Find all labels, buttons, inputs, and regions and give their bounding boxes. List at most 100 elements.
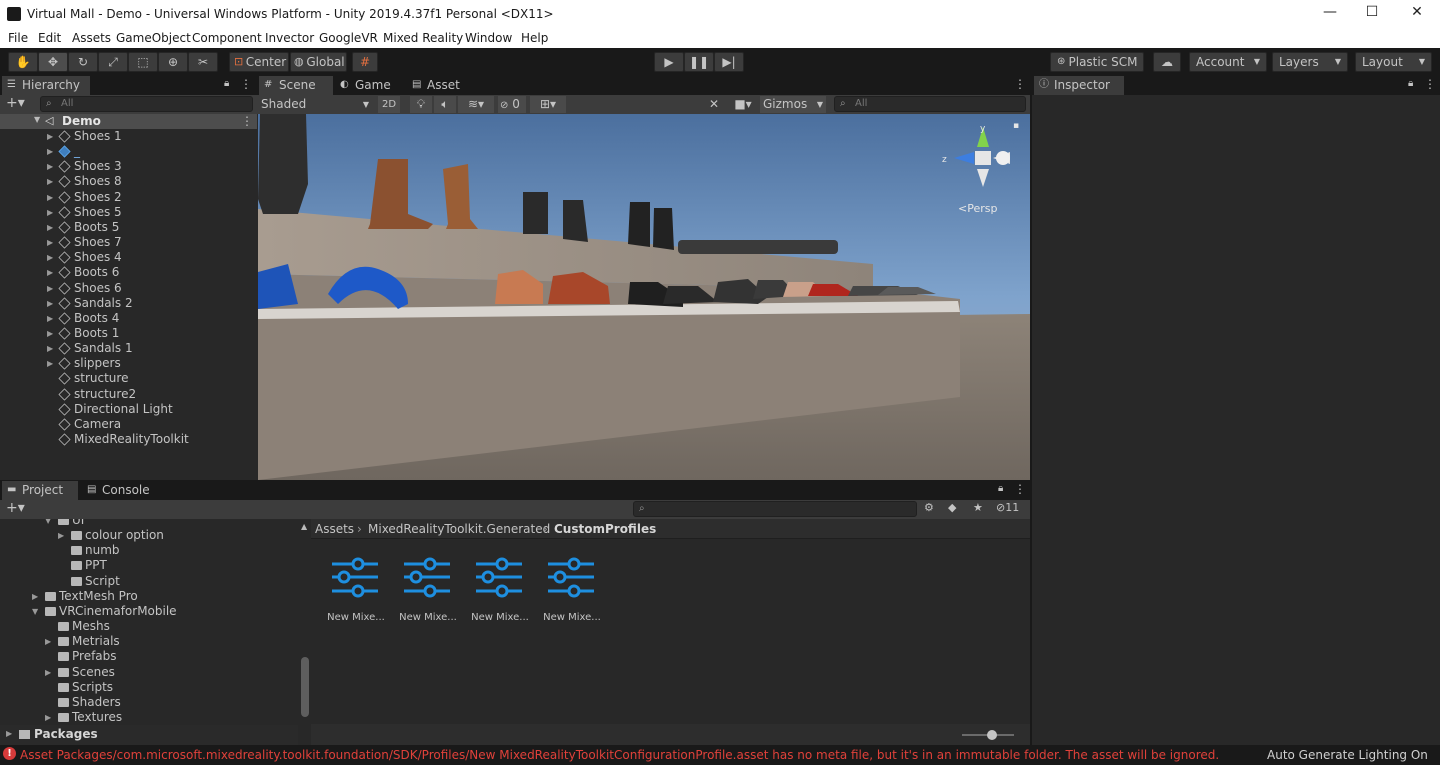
kebab-menu-icon[interactable]: ⋮ <box>241 114 253 128</box>
hidden-packages-toggle[interactable]: ⊘11 <box>996 501 1019 514</box>
project-folder-row[interactable]: PPT <box>0 558 297 573</box>
add-icon[interactable]: +▾ <box>6 500 25 516</box>
menu-googlevr[interactable]: GoogleVR <box>319 31 378 45</box>
project-folder-row[interactable]: Shaders <box>0 695 297 710</box>
tab-asset-store[interactable]: ▤ Asset Store <box>407 76 503 111</box>
tab-console[interactable]: ▤ Console <box>82 481 158 500</box>
cloud-icon[interactable]: ☁ <box>1153 52 1181 72</box>
rect-tool-icon[interactable]: ⬚ <box>128 52 158 72</box>
hierarchy-item[interactable]: Directional Light <box>0 402 255 417</box>
kebab-menu-icon[interactable]: ⋮ <box>240 77 252 91</box>
asset-tile[interactable]: New Mixe... <box>542 556 602 623</box>
project-folder-row[interactable]: Prefabs <box>0 649 297 664</box>
project-folder-row[interactable]: numb <box>0 543 297 558</box>
hierarchy-item[interactable]: Camera <box>0 417 255 432</box>
lighting-toggle-icon[interactable]: 💡︎ <box>410 96 432 113</box>
menu-invector[interactable]: Invector <box>265 31 314 45</box>
asset-tile[interactable]: New Mixe... <box>326 556 386 623</box>
hidden-objects-toggle[interactable]: ⊘ 0 <box>498 96 526 113</box>
expand-arrow-icon[interactable]: ▶ <box>47 174 53 189</box>
hierarchy-item[interactable]: structure <box>0 371 255 386</box>
layout-dropdown[interactable]: Layout ▼ <box>1355 52 1432 72</box>
hierarchy-item[interactable]: ▶ Shoes 6 <box>0 281 255 296</box>
menu-file[interactable]: File <box>8 31 28 45</box>
play-button[interactable]: ▶ <box>654 52 684 72</box>
pivot-center-button[interactable]: ⊡ Center <box>229 52 289 72</box>
menu-mixed-reality[interactable]: Mixed Reality <box>383 31 463 45</box>
hierarchy-item[interactable]: ▶ Sandals 2 <box>0 296 255 311</box>
scene-search-input[interactable]: ⌕ All <box>834 96 1026 112</box>
asset-tile[interactable]: New Mixe... <box>398 556 458 623</box>
hand-tool-icon[interactable]: ✋ <box>8 52 38 72</box>
project-folder-row[interactable]: ▶ Textures <box>0 710 297 725</box>
close-button[interactable]: ✕ <box>1402 4 1432 24</box>
expand-arrow-icon[interactable]: ▶ <box>47 144 53 159</box>
step-button[interactable]: ▶| <box>714 52 744 72</box>
camera-dropdown-icon[interactable]: ■▾ <box>728 96 758 113</box>
hierarchy-item[interactable]: ▶ Shoes 7 <box>0 235 255 250</box>
lock-icon[interactable]: 🔒︎ <box>224 78 229 89</box>
grid-snap-dropdown-icon[interactable]: ⊞▾ <box>530 96 566 113</box>
breadcrumb-assets[interactable]: Assets <box>315 522 354 536</box>
hierarchy-item[interactable]: ▶ Boots 4 <box>0 311 255 326</box>
expand-arrow-icon[interactable]: ▶ <box>47 341 53 356</box>
expand-arrow-icon[interactable]: ▶ <box>47 265 53 280</box>
hierarchy-item[interactable]: ▶ Shoes 2 <box>0 190 255 205</box>
lock-icon[interactable]: 🔒︎ <box>998 483 1003 494</box>
project-folder-row[interactable]: Scripts <box>0 680 297 695</box>
expand-arrow-icon[interactable]: ▶ <box>58 528 64 543</box>
move-tool-icon[interactable]: ✥ <box>38 52 68 72</box>
hierarchy-search-input[interactable]: ⌕ All <box>40 96 253 112</box>
gizmo-lock-icon[interactable]: ▪ <box>1013 121 1019 131</box>
maximize-button[interactable]: ☐ <box>1357 4 1387 24</box>
gizmos-dropdown[interactable]: Gizmos ▼ <box>760 96 826 113</box>
expand-arrow-icon[interactable]: ▶ <box>45 634 51 649</box>
layers-dropdown[interactable]: Layers ▼ <box>1272 52 1348 72</box>
expand-arrow-icon[interactable]: ▶ <box>47 129 53 144</box>
custom-tool-icon[interactable]: ✂ <box>188 52 218 72</box>
tree-scrollbar[interactable] <box>301 657 309 717</box>
breadcrumb-generated[interactable]: MixedRealityToolkit.Generated <box>368 522 550 536</box>
expand-arrow-icon[interactable]: ▼ <box>34 115 40 124</box>
tab-inspector[interactable]: ⓘ Inspector <box>1034 76 1124 95</box>
expand-arrow-icon[interactable]: ▶ <box>32 589 38 604</box>
tab-scene[interactable]: # Scene <box>259 76 333 95</box>
kebab-menu-icon[interactable]: ⋮ <box>1014 482 1026 496</box>
hierarchy-item[interactable]: ▶ Shoes 4 <box>0 250 255 265</box>
project-folder-row[interactable]: ▶ Scenes <box>0 665 297 680</box>
expand-arrow-icon[interactable]: ▶ <box>47 311 53 326</box>
expand-arrow-icon[interactable]: ▶ <box>6 729 12 738</box>
expand-arrow-icon[interactable]: ▶ <box>47 281 53 296</box>
hierarchy-item[interactable]: ▶ slippers <box>0 356 255 371</box>
menu-assets[interactable]: Assets <box>72 31 111 45</box>
project-folder-row[interactable]: ▼ UI <box>0 519 297 528</box>
zoom-slider-handle[interactable] <box>987 730 997 740</box>
hierarchy-item[interactable]: ▶ Shoes 8 <box>0 174 255 189</box>
status-error-message[interactable]: Asset Packages/com.microsoft.mixedrealit… <box>20 748 1219 762</box>
scene-viewport[interactable]: y z ▪ <Persp <box>258 114 1030 480</box>
favorite-star-icon[interactable]: ★ <box>973 501 983 514</box>
hierarchy-item[interactable]: ▶ Shoes 1 <box>0 129 255 144</box>
tools-icon[interactable]: ✕ <box>704 96 724 113</box>
collapse-arrow-icon[interactable]: ▼ <box>32 604 38 619</box>
project-folder-row[interactable]: Meshs <box>0 619 297 634</box>
hierarchy-item[interactable]: ▶ Sandals 1 <box>0 341 255 356</box>
expand-arrow-icon[interactable]: ▶ <box>47 326 53 341</box>
transform-tool-icon[interactable]: ⊕ <box>158 52 188 72</box>
hierarchy-item[interactable]: ▶ Boots 1 <box>0 326 255 341</box>
snap-grid-icon[interactable]: # <box>352 52 378 72</box>
audio-toggle-icon[interactable]: 🔈︎ <box>434 96 456 113</box>
menu-window[interactable]: Window <box>465 31 512 45</box>
lock-icon[interactable]: 🔒︎ <box>1408 78 1413 89</box>
hierarchy-item[interactable]: ▶ Shoes 3 <box>0 159 255 174</box>
minimize-button[interactable]: — <box>1315 4 1345 24</box>
asset-tile[interactable]: New Mixe... <box>470 556 530 623</box>
expand-arrow-icon[interactable]: ▶ <box>47 220 53 235</box>
menu-component[interactable]: Component <box>192 31 262 45</box>
plastic-scm-button[interactable]: ⊛ Plastic SCM <box>1050 52 1144 72</box>
hierarchy-item[interactable]: MixedRealityToolkit <box>0 432 255 447</box>
breadcrumb-customprofiles[interactable]: CustomProfiles <box>554 522 656 536</box>
menu-edit[interactable]: Edit <box>38 31 61 45</box>
project-folder-row[interactable]: Script <box>0 574 297 589</box>
hierarchy-item[interactable]: ▶ Boots 6 <box>0 265 255 280</box>
